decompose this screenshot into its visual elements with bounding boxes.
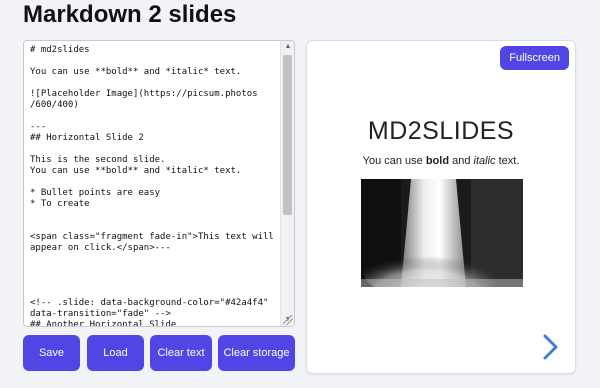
slide-image: [361, 179, 523, 287]
save-button[interactable]: Save: [23, 335, 80, 371]
slide-text-suffix: text.: [495, 155, 520, 167]
resize-grip-icon[interactable]: [283, 315, 293, 325]
chevron-right-icon[interactable]: [537, 333, 563, 361]
page-title: Markdown 2 slides: [23, 1, 237, 28]
markdown-editor[interactable]: # md2slides You can use **bold** and *it…: [23, 40, 295, 327]
markdown-textarea[interactable]: # md2slides You can use **bold** and *it…: [24, 41, 280, 326]
editor-scrollbar[interactable]: ▲ ▼: [280, 41, 294, 326]
fullscreen-button[interactable]: Fullscreen: [500, 46, 569, 70]
scroll-up-icon[interactable]: ▲: [281, 41, 294, 53]
load-button[interactable]: Load: [87, 335, 144, 371]
slide-text-middle: and: [449, 155, 474, 167]
slide-text-prefix: You can use: [362, 155, 426, 167]
waterfall-image: [361, 179, 523, 287]
slide-text-bold: bold: [425, 155, 450, 167]
clear-text-button[interactable]: Clear text: [150, 335, 212, 371]
clear-storage-button[interactable]: Clear storage: [218, 335, 295, 371]
scrollbar-thumb[interactable]: [283, 55, 292, 215]
slide-text: You can use bold and italic text.: [307, 155, 575, 167]
slide-heading: MD2SLIDES: [367, 117, 515, 145]
slide-preview: Fullscreen MD2SLIDES You can use bold an…: [306, 40, 576, 374]
slide-text-italic: italic: [473, 155, 496, 167]
